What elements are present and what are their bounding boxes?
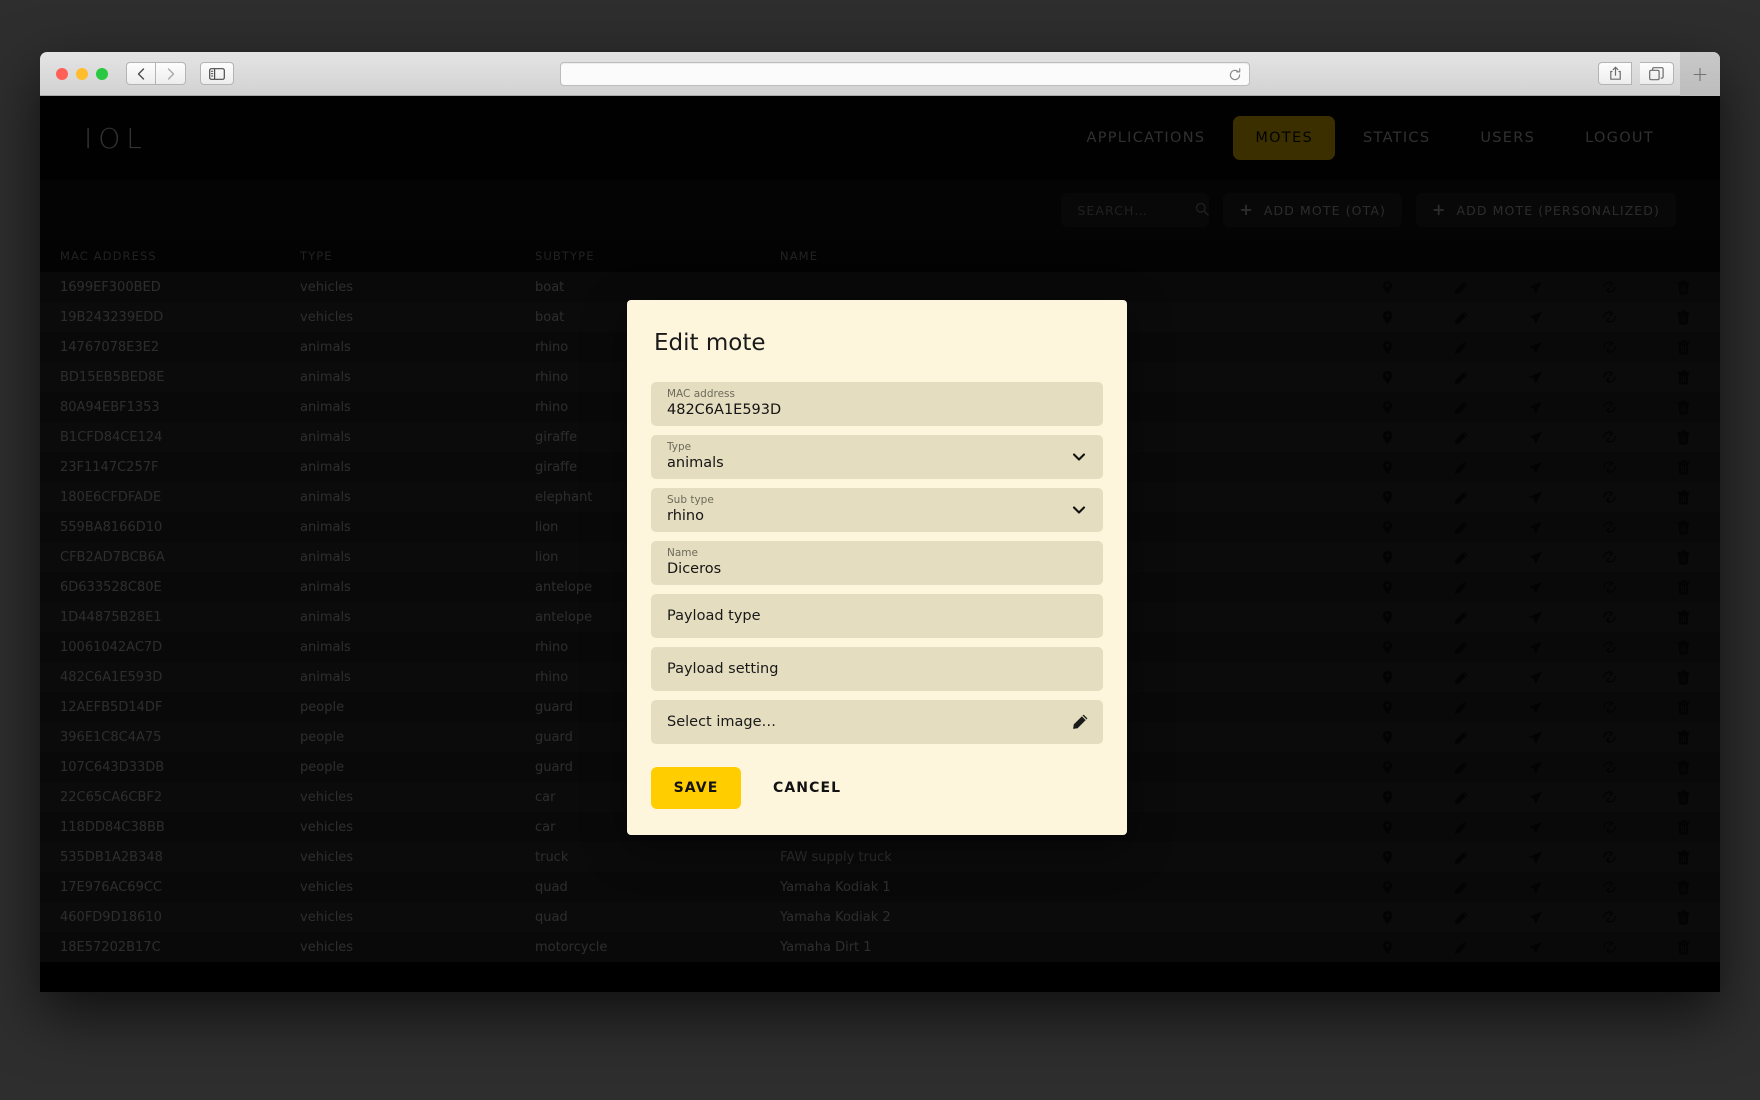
forward-button[interactable] xyxy=(156,62,186,85)
select-image-placeholder: Select image… xyxy=(667,714,777,730)
name-field[interactable]: Name Diceros xyxy=(651,541,1103,585)
save-button[interactable]: SAVE xyxy=(651,767,741,809)
address-bar-input[interactable] xyxy=(560,62,1250,86)
toggle-sidebar-button[interactable] xyxy=(200,62,234,85)
select-image-field[interactable]: Select image… xyxy=(651,700,1103,744)
share-button[interactable] xyxy=(1598,62,1632,85)
dialog-actions: SAVE CANCEL xyxy=(651,767,1103,809)
name-label: Name xyxy=(667,547,698,559)
share-icon xyxy=(1609,66,1622,81)
new-tab-button[interactable]: + xyxy=(1680,52,1720,96)
type-label: Type xyxy=(667,441,692,453)
type-select[interactable]: Type animals xyxy=(651,435,1103,479)
window-controls xyxy=(56,67,108,80)
minimize-window-button[interactable] xyxy=(76,67,88,80)
chevron-down-icon xyxy=(1071,449,1087,469)
payload-setting-placeholder: Payload setting xyxy=(667,661,779,677)
reload-icon[interactable] xyxy=(1228,67,1242,86)
browser-titlebar: + xyxy=(40,52,1720,96)
sidebar-toggle-icon xyxy=(209,67,225,80)
maximize-window-button[interactable] xyxy=(96,67,108,80)
back-button[interactable] xyxy=(126,62,156,85)
subtype-label: Sub type xyxy=(667,494,714,506)
subtype-select[interactable]: Sub type rhino xyxy=(651,488,1103,532)
chevron-right-icon xyxy=(167,67,175,80)
browser-actions xyxy=(1598,62,1674,85)
address-bar-wrapper xyxy=(560,62,1250,86)
payload-type-field[interactable]: Payload type xyxy=(651,594,1103,638)
chevron-down-icon xyxy=(1071,502,1087,522)
cancel-button[interactable]: CANCEL xyxy=(759,770,855,806)
edit-mote-dialog: Edit mote MAC address 482C6A1E593D Type … xyxy=(627,300,1127,835)
mac-address-label: MAC address xyxy=(667,388,735,400)
name-value: Diceros xyxy=(667,561,722,577)
show-tabs-button[interactable] xyxy=(1640,62,1674,85)
new-tab-label: + xyxy=(1691,62,1709,86)
dialog-title: Edit mote xyxy=(654,330,766,356)
mac-address-field[interactable]: MAC address 482C6A1E593D xyxy=(651,382,1103,426)
payload-type-placeholder: Payload type xyxy=(667,608,761,624)
subtype-value: rhino xyxy=(667,508,704,524)
show-tabs-icon xyxy=(1649,66,1664,81)
chevron-left-icon xyxy=(137,67,145,80)
mac-address-value: 482C6A1E593D xyxy=(667,402,782,418)
payload-setting-field[interactable]: Payload setting xyxy=(651,647,1103,691)
pencil-icon[interactable] xyxy=(1072,713,1089,734)
close-window-button[interactable] xyxy=(56,67,68,80)
browser-nav-buttons xyxy=(126,62,186,85)
web-app-content: IOL APPLICATIONS MOTES STATICS USERS LOG… xyxy=(40,96,1720,992)
browser-window: + IOL APPLICATIONS MOTES STATICS USERS L… xyxy=(40,52,1720,992)
type-value: animals xyxy=(667,455,724,471)
